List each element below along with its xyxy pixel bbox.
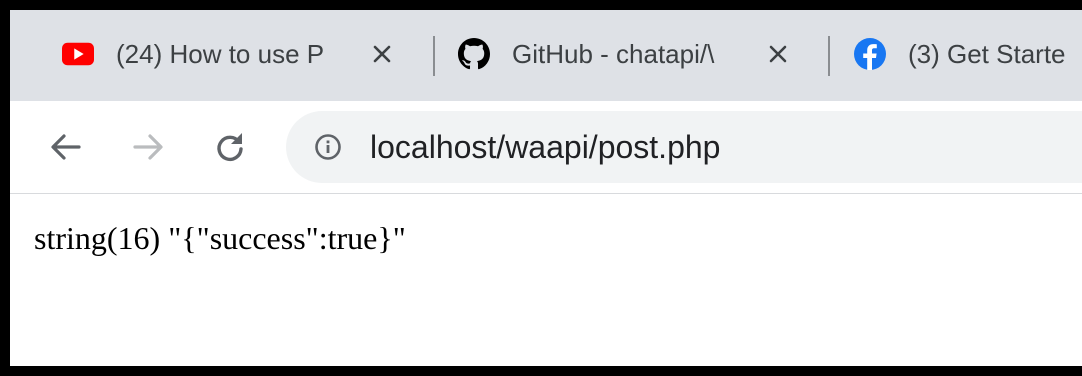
address-bar[interactable]: localhost/waapi/post.php — [286, 111, 1082, 183]
close-tab-icon[interactable] — [764, 40, 792, 68]
forward-arrow-icon[interactable] — [124, 123, 172, 171]
url-text[interactable]: localhost/waapi/post.php — [370, 129, 720, 166]
tab-strip: (24) How to use P GitHub - chatapi/\ (3)… — [10, 10, 1082, 101]
tab-facebook[interactable]: (3) Get Starte — [854, 24, 1082, 84]
tab-youtube[interactable]: (24) How to use P — [62, 24, 396, 84]
tab-separator — [828, 36, 830, 76]
tab-github[interactable]: GitHub - chatapi/\ — [458, 24, 792, 84]
facebook-icon — [854, 38, 886, 70]
page-output: string(16) "{"success":true}" — [34, 220, 406, 256]
github-icon — [458, 38, 490, 70]
tab-title: GitHub - chatapi/\ — [512, 38, 715, 69]
info-icon[interactable] — [314, 133, 342, 161]
tab-separator — [433, 36, 435, 76]
youtube-icon — [62, 38, 94, 70]
browser-toolbar: localhost/waapi/post.php — [10, 101, 1082, 194]
back-arrow-icon[interactable] — [42, 123, 90, 171]
tab-title: (24) How to use P — [116, 38, 325, 69]
tab-title: (3) Get Starte — [908, 38, 1066, 69]
close-tab-icon[interactable] — [368, 40, 396, 68]
browser-window: (24) How to use P GitHub - chatapi/\ (3)… — [0, 0, 1082, 376]
reload-icon[interactable] — [206, 123, 254, 171]
